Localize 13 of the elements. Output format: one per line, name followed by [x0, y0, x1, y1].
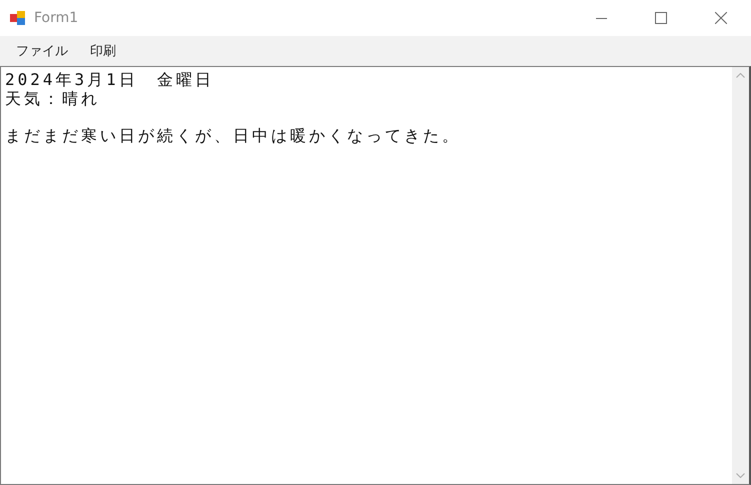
maximize-icon [655, 12, 667, 24]
text-line: まだまだ寒い日が続くが、日中は暖かくなってきた。 [5, 126, 462, 145]
scrollbar[interactable] [732, 67, 749, 484]
window-title: Form1 [34, 10, 80, 26]
scroll-down-icon[interactable] [736, 473, 745, 478]
text-area[interactable]: 2024年3月1日 金曜日 天気：晴れ まだまだ寒い日が続くが、日中は暖かくなってきた。 [0, 66, 751, 485]
menu-item[interactable]: 印刷 [82, 42, 124, 60]
app-icon [10, 10, 26, 26]
text-line: 2024年3月1日 金曜日 [5, 70, 215, 89]
text-line: 天気：晴れ [5, 89, 101, 108]
menu-item[interactable]: ファイル [8, 42, 76, 60]
close-icon [715, 12, 727, 24]
scroll-up-icon[interactable] [736, 73, 745, 78]
